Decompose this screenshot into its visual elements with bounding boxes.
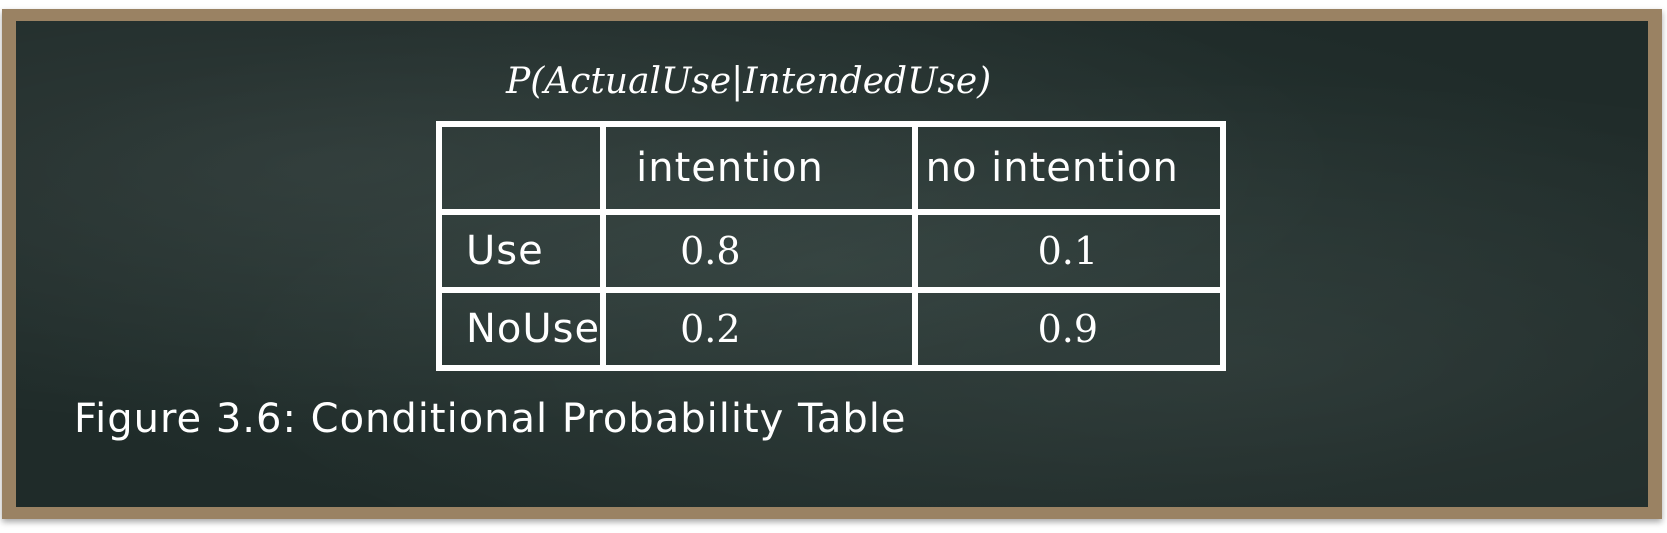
cell-use-intention: 0.8 <box>600 209 918 293</box>
column-header-no-intention: no intention <box>911 121 1227 215</box>
table-row: Use 0.8 0.1 <box>435 209 1227 293</box>
column-header-intention: intention <box>600 121 918 215</box>
row-label-use: Use <box>435 209 607 293</box>
corner-cell <box>435 121 607 215</box>
cell-nouse-no-intention: 0.9 <box>911 287 1227 371</box>
figure-caption: Figure 3.6: Conditional Probability Tabl… <box>74 396 907 442</box>
row-label-nouse: NoUse <box>435 287 607 371</box>
conditional-probability-table: intention no intention Use 0.8 0.1 NoUse… <box>435 121 1227 371</box>
chalkboard-frame: P(ActualUse|IntendedUse) intention no in… <box>2 9 1662 519</box>
cell-nouse-intention: 0.2 <box>600 287 918 371</box>
cell-use-no-intention: 0.1 <box>911 209 1227 293</box>
table-title: P(ActualUse|IntendedUse) <box>506 61 992 102</box>
table-row: NoUse 0.2 0.9 <box>435 287 1227 371</box>
chalkboard: P(ActualUse|IntendedUse) intention no in… <box>16 21 1648 507</box>
table-header-row: intention no intention <box>435 121 1227 215</box>
